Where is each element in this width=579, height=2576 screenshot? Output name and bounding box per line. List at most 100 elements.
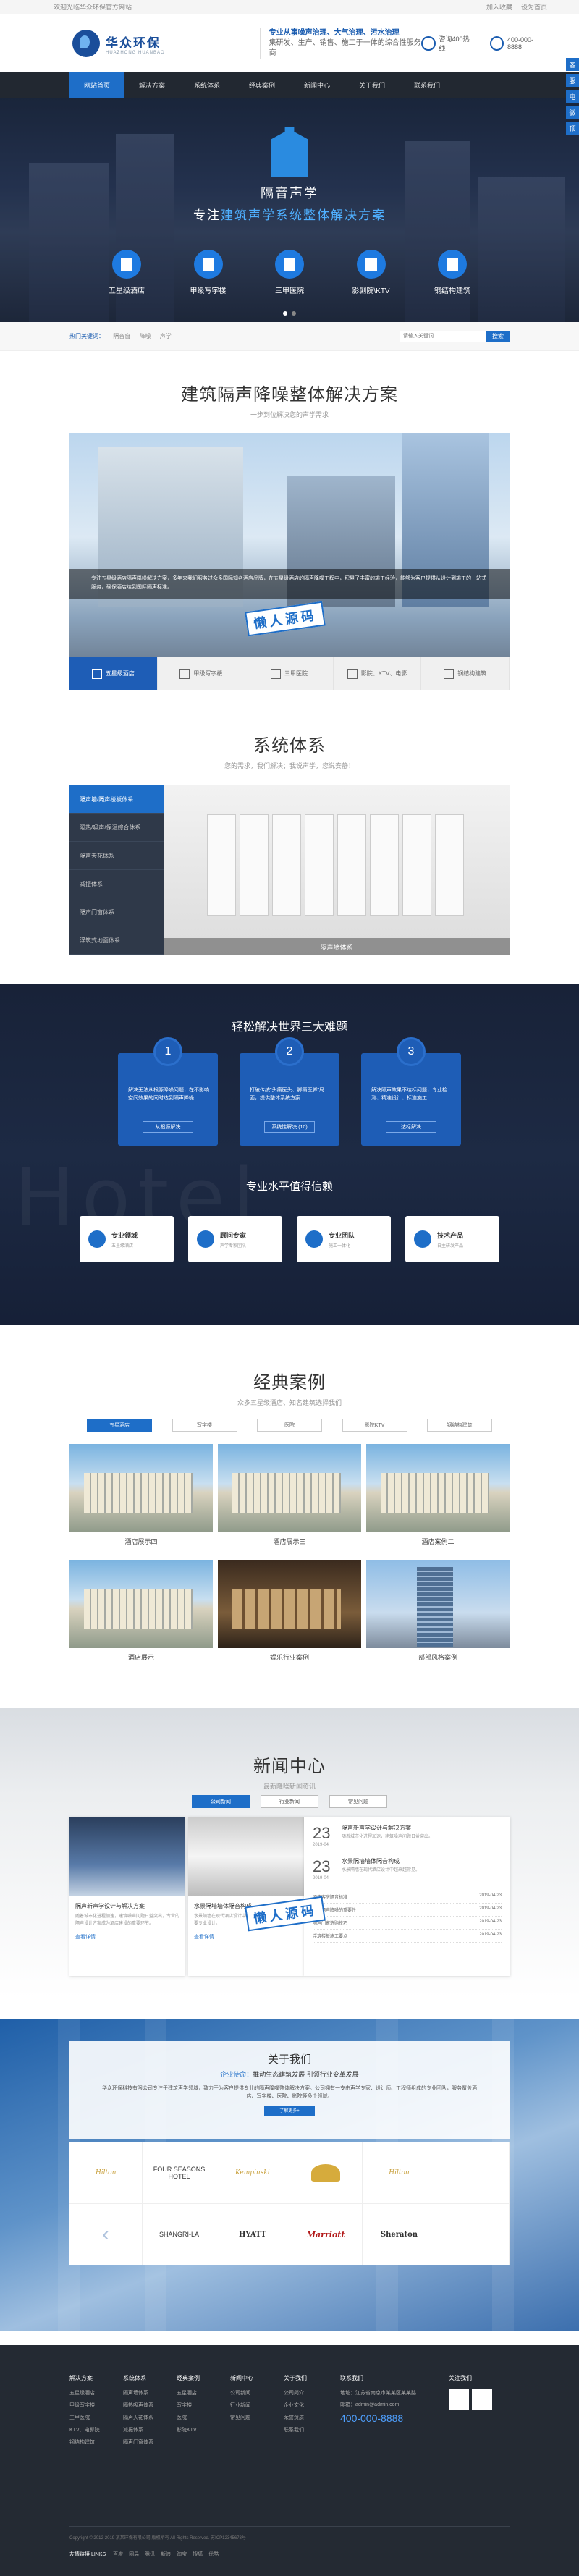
keyword-link[interactable]: 声学 <box>160 333 172 339</box>
banner-item-hotel[interactable]: 五星级酒店 <box>101 250 152 295</box>
steel-building-icon <box>438 250 467 279</box>
tab-office[interactable]: 甲级写字楼 <box>158 657 246 690</box>
nav-contact[interactable]: 联系我们 <box>400 72 455 98</box>
solution-title: 建筑隔声降噪整体解决方案 <box>181 385 398 405</box>
case-tab[interactable]: 影院KTV <box>342 1419 407 1432</box>
solution-subtitle: 一步到位解决您的声学需求 <box>250 411 329 418</box>
carousel-dot[interactable] <box>283 311 287 316</box>
case-tab[interactable]: 钢结构建筑 <box>427 1419 492 1432</box>
problem-card: 1 解决无法从根源降噪问题，在不影响空间效果的同时达到隔声降噪 从根源解决 <box>118 1037 218 1146</box>
banner-item-office[interactable]: 甲级写字楼 <box>183 250 234 295</box>
tab-cinema[interactable]: 影院、KTV、电影 <box>334 657 422 690</box>
news-tab[interactable]: 行业新闻 <box>261 1795 318 1808</box>
hot-keywords: 热门关键词： 隔音窗 降噪 声学 <box>69 332 179 340</box>
nav-news[interactable]: 新闻中心 <box>290 72 345 98</box>
office-icon <box>193 250 223 279</box>
tab-steel[interactable]: 钢结构建筑 <box>421 657 510 690</box>
problems-section: Hotel 轻松解决世界三大难题 1 解决无法从根源降噪问题，在不影响空间效果的… <box>0 984 579 1325</box>
news-card[interactable]: 隔声新声学设计与解决方案 随着城市化进程加速，建筑噪声问题日益突出，专业的隔声设计… <box>69 1817 185 1976</box>
case-card[interactable]: 娱乐行业案例 <box>218 1560 361 1661</box>
banner-title: 隔音声学 <box>261 186 318 201</box>
system-menu-item[interactable]: 减振体系 <box>69 870 164 898</box>
side-qq-button[interactable]: 服 <box>566 74 579 87</box>
prev-arrow-icon[interactable]: ‹ <box>69 2204 143 2265</box>
problem-button[interactable]: 达标解决 <box>386 1121 436 1133</box>
case-tab[interactable]: 写字楼 <box>172 1419 237 1432</box>
cinema-icon <box>347 668 358 679</box>
banner-item-hospital[interactable]: 三甲医院 <box>264 250 315 295</box>
about-description: 华众环保科技有限公司专注于建筑声学领域，致力于为客户提供专业的隔声降噪整体解决方… <box>102 2086 477 2099</box>
search-button[interactable]: 搜索 <box>486 330 510 342</box>
side-wechat-button[interactable]: 微 <box>566 106 579 119</box>
news-list-item[interactable]: 隔声门窗选购技巧 2019-04-23 <box>313 1917 502 1930</box>
banner-item-steel[interactable]: 钢结构建筑 <box>427 250 478 295</box>
news-list-item[interactable]: 浮筑楼板施工要点 2019-04-23 <box>313 1930 502 1943</box>
logo[interactable]: 华众环保 HUAZHONG HUANBAO <box>72 30 260 57</box>
nav-solutions[interactable]: 解决方案 <box>124 72 179 98</box>
hotel-icon <box>112 250 141 279</box>
system-menu-item[interactable]: 隔声门窗体系 <box>69 898 164 926</box>
problem-card: 3 解决隔声效果不达标问题，专业检测、精准设计、标准施工 达标解决 <box>361 1037 461 1146</box>
banner-item-cinema[interactable]: 影剧院\KTV <box>346 250 397 295</box>
tab-hospital[interactable]: 三甲医院 <box>245 657 334 690</box>
case-card[interactable]: 部部风格案例 <box>366 1560 510 1661</box>
qr-code-icon <box>472 2389 492 2410</box>
problem-button[interactable]: 从根源解决 <box>143 1121 193 1133</box>
news-tab[interactable]: 常见问题 <box>329 1795 387 1808</box>
system-menu-item[interactable]: 浮筑式地面体系 <box>69 926 164 955</box>
keyword-link[interactable]: 隔音窗 <box>113 333 130 339</box>
news-card[interactable]: 水景隔墙墙体隔音构成水景隔墙在现代酒店设计中越来越常见，其隔音构造需要专业设计。… <box>188 1817 304 1976</box>
hospital-icon <box>275 250 304 279</box>
banner-subtitle: 专注建筑声学系统整体解决方案 <box>193 208 386 223</box>
case-tabs: 五星酒店 写字楼 医院 影院KTV 钢结构建筑 <box>87 1419 492 1432</box>
set-homepage-link[interactable]: 设为首页 <box>521 4 547 11</box>
problem-text: 解决隔声效果不达标问题，专业检测、精准设计、标准施工 <box>371 1088 447 1101</box>
nav-cases[interactable]: 经典案例 <box>234 72 290 98</box>
system-menu-item[interactable]: 隔声墙/隔声楼板体系 <box>69 785 164 814</box>
qr-code-icon <box>449 2389 469 2410</box>
news-tab[interactable]: 公司新闻 <box>192 1795 250 1808</box>
dated-news[interactable]: 23 2019-04 水景隔墙墙体隔音构成 水景隔墙在现代酒店设计中越来越常见。 <box>313 1857 502 1880</box>
case-tab[interactable]: 五星酒店 <box>87 1419 152 1432</box>
news-image <box>188 1817 304 1896</box>
friend-links: 友情链接 LINKS 百度 网易 腾讯 新浪 淘宝 搜狐 优酷 <box>69 2552 219 2557</box>
steel-building-icon <box>444 668 455 679</box>
keyword-link[interactable]: 降噪 <box>139 333 151 339</box>
news-list-item[interactable]: 酒店隔声降噪的重要性 2019-04-23 <box>313 1904 502 1917</box>
system-menu-item[interactable]: 隔声天花体系 <box>69 842 164 870</box>
nav-about[interactable]: 关于我们 <box>345 72 400 98</box>
welcome-text: 欢迎光临华众环保官方网站 <box>54 4 132 11</box>
side-float-bar: 客 服 电 微 顶 <box>566 58 579 135</box>
add-favorite-link[interactable]: 加入收藏 <box>486 4 512 11</box>
header: 华众环保 HUAZHONG HUANBAO 专业从事噪声治理、大气治理、污水治理… <box>0 14 579 72</box>
system-menu-item[interactable]: 隔热/吸声/保温综合体系 <box>69 814 164 842</box>
case-tab[interactable]: 医院 <box>257 1419 322 1432</box>
case-card[interactable]: 酒店展示三 <box>218 1444 361 1545</box>
nav-system[interactable]: 系统体系 <box>179 72 234 98</box>
about-box: 关于我们 企业使命：推动生态建筑发展 引领行业变革发展 华众环保科技有限公司专注… <box>69 2041 510 2139</box>
case-card[interactable]: 酒店案例二 <box>366 1444 510 1545</box>
problem-button[interactable]: 系统性解决 (10) <box>264 1121 315 1133</box>
nav-home[interactable]: 网站首页 <box>69 72 124 98</box>
read-more-link[interactable]: 查看详情 <box>69 1927 185 1946</box>
about-more-button[interactable]: 了解更多+ <box>264 2106 315 2116</box>
search-input[interactable] <box>400 330 486 342</box>
news-list-item[interactable]: 酒店客房隔音标准 2019-04-23 <box>313 1891 502 1904</box>
tab-hotel[interactable]: 五星级酒店 <box>69 657 158 690</box>
side-service-button[interactable]: 客 <box>566 58 579 71</box>
product-icon <box>414 1230 431 1248</box>
side-top-button[interactable]: 顶 <box>566 122 579 135</box>
problem-card: 2 打破传统"头痛医头、脚痛医脚"局面，提供整体系统方案 系统性解决 (10) <box>240 1037 339 1146</box>
system-menu: 隔声墙/隔声楼板体系 隔热/吸声/保温综合体系 隔声天花体系 减振体系 隔声门窗… <box>69 785 164 955</box>
case-card[interactable]: 酒店展示 <box>69 1560 213 1661</box>
dated-news[interactable]: 23 2019-04 隔声新声学设计与解决方案 随着城市化进程加速，建筑噪声问题日益突… <box>313 1824 502 1847</box>
contact-label[interactable]: 咨询400热线 <box>439 34 474 53</box>
news-tabs: 公司新闻 行业新闻 常见问题 <box>192 1795 387 1808</box>
side-phone-button[interactable]: 电 <box>566 90 579 103</box>
cases-title: 经典案例 <box>253 1373 326 1393</box>
slogan-line-1: 专业从事噪声治理、大气治理、污水治理 <box>269 29 400 37</box>
carousel-dot[interactable] <box>292 311 296 316</box>
case-card[interactable]: 酒店展示四 <box>69 1444 213 1545</box>
footer-qr: 关注我们 <box>449 2374 514 2412</box>
read-more-link[interactable]: 查看详情 <box>188 1927 304 1946</box>
